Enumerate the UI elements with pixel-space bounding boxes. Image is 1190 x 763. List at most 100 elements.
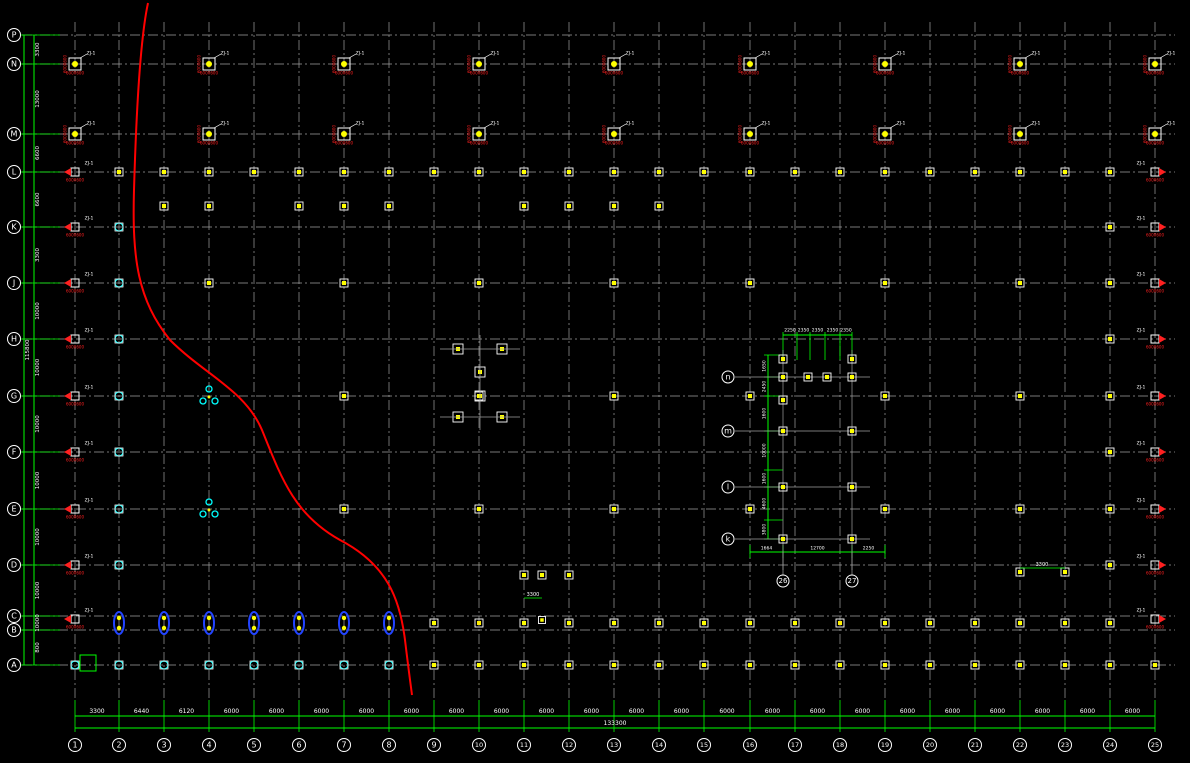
inset-top-text: 2350 — [840, 328, 852, 334]
bottom-dim-text: 6000 — [359, 708, 374, 715]
column-K-25-tag: ZJ-1 — [1137, 216, 1146, 222]
axis-label-G: G — [11, 392, 17, 401]
column-L-9-fill — [432, 170, 436, 174]
column-A-16-fill — [748, 663, 752, 667]
column-E-16-fill — [748, 507, 752, 511]
axis-label-10: 10 — [475, 741, 483, 749]
column-C-1-pile: 600X600 — [66, 625, 84, 630]
axis-label-L: L — [12, 168, 17, 177]
bottom-dim-text: 6000 — [584, 708, 599, 715]
column-M-19-core — [882, 131, 888, 137]
column-K-1-tag: ZJ-1 — [85, 216, 94, 222]
axis-label-5: 5 — [251, 741, 256, 750]
bottom-dim-text: 6000 — [1035, 708, 1050, 715]
column-G-16-fill — [748, 394, 752, 398]
left-dim-text: 3300 — [35, 42, 41, 56]
column-E-1-tag: ZJ-1 — [85, 498, 94, 504]
column-N-10-pile-b: 600X600 — [470, 71, 488, 76]
column-M-22-tag: ZJ-1 — [1032, 121, 1041, 127]
column-D-extra-fill — [567, 573, 571, 577]
column-M-4-pile-b: 600X600 — [200, 141, 218, 146]
column-M-22-core — [1017, 131, 1023, 137]
axis-label-15: 15 — [700, 741, 708, 749]
axis-label-1: 1 — [72, 741, 77, 750]
column-E-22-fill — [1018, 507, 1022, 511]
structural-plan-drawing: 3300 6440 6120 6000 6000 6000 6000 6000 6000 6000… — [0, 0, 1190, 763]
column-A-10-fill — [477, 663, 481, 667]
left-total-text: 115800 — [25, 339, 31, 360]
column-M-13-pile-b: 600X600 — [605, 141, 623, 146]
column-A-23-fill — [1063, 663, 1067, 667]
column-mid-row-fill — [387, 204, 391, 208]
inset-column-fill — [850, 375, 854, 379]
column-C-14-fill — [657, 621, 661, 625]
left-dim-text: 10000 — [35, 614, 41, 632]
column-A-21-fill — [973, 663, 977, 667]
column-L-4-fill — [207, 170, 211, 174]
axis-label-24: 24 — [1106, 741, 1114, 749]
column-J-4-fill — [207, 281, 211, 285]
column-C-6-bot — [296, 625, 302, 631]
column-N-13-pile-b: 600X600 — [605, 71, 623, 76]
column-M-25-tag: ZJ-1 — [1167, 121, 1176, 127]
axis-label-19: 19 — [881, 741, 889, 749]
column-cluster-E-4-core — [207, 508, 211, 512]
column-G-19-fill — [883, 394, 887, 398]
bottom-dim-text: 6000 — [674, 708, 689, 715]
column-L-6-fill — [297, 170, 301, 174]
column-F-25-pile: 600X600 — [1146, 458, 1164, 463]
column-D-25-pile: 600X600 — [1146, 571, 1164, 576]
left-dim-text: 6600 — [35, 192, 41, 206]
column-N-1-pile-b: 600X600 — [66, 71, 84, 76]
column-N-10-tag: ZJ-1 — [491, 51, 500, 57]
left-dim-text: 13000 — [35, 90, 41, 108]
inset-top-text: 2350 — [798, 328, 810, 334]
left-dim-text: 10000 — [35, 415, 41, 433]
column-C-15-fill — [702, 621, 706, 625]
column-E-10-fill — [477, 507, 481, 511]
column-A-11-fill — [522, 663, 526, 667]
bottom-dim-text: 6000 — [404, 708, 419, 715]
column-L-1-tag: ZJ-1 — [85, 161, 94, 167]
axis-label-7: 7 — [341, 741, 346, 750]
column-M-1-core — [72, 131, 78, 137]
column-mid-row-fill — [162, 204, 166, 208]
inset-column-fill — [850, 357, 854, 361]
column-A-20-fill — [928, 663, 932, 667]
column-H-1-pile: 600X600 — [66, 345, 84, 350]
column-J-1-pile: 600X600 — [66, 289, 84, 294]
column-M-19-pile-b: 600X600 — [876, 141, 894, 146]
column-cluster-G-4-core — [207, 395, 211, 399]
inset-left-text: 1600 — [762, 408, 768, 420]
column-L-17-fill — [793, 170, 797, 174]
column-L-16-fill — [748, 170, 752, 174]
inset-left-text: 10000 — [762, 443, 768, 457]
bottom-dim-text: 6000 — [945, 708, 960, 715]
column-N-4-pile-b: 600X600 — [200, 71, 218, 76]
sub-axis-label-k: k — [726, 535, 731, 544]
bottom-dim-text: 6000 — [810, 708, 825, 715]
column-H-1-tag: ZJ-1 — [85, 328, 94, 334]
bottom-dim-text: 6000 — [990, 708, 1005, 715]
inset-bottom-text: 2250 — [863, 546, 875, 552]
bottom-dim-text: 3300 — [89, 708, 104, 715]
column-J-24-fill — [1108, 281, 1112, 285]
column-mid-row-fill — [522, 204, 526, 208]
column-M-16-core — [747, 131, 753, 137]
inset-top-text: 2250 — [784, 328, 796, 334]
axis-label-P: P — [12, 31, 17, 40]
column-A-12-fill — [567, 663, 571, 667]
column-J-25-pile: 600X600 — [1146, 289, 1164, 294]
column-M-4-tag: ZJ-1 — [221, 121, 230, 127]
axis-label-A: A — [11, 661, 17, 670]
column-F-25-tag: ZJ-1 — [1137, 441, 1146, 447]
column-M-25-pile-b: 600X600 — [1146, 141, 1164, 146]
inset-column-fill — [781, 537, 785, 541]
left-dim-text: 10000 — [35, 528, 41, 546]
axis-label-18: 18 — [836, 741, 844, 749]
column-C-19-fill — [883, 621, 887, 625]
column-D-24-fill — [1108, 563, 1112, 567]
inset-column-fill — [781, 357, 785, 361]
column-N-22-core — [1017, 61, 1023, 67]
inset-column-fill — [850, 429, 854, 433]
